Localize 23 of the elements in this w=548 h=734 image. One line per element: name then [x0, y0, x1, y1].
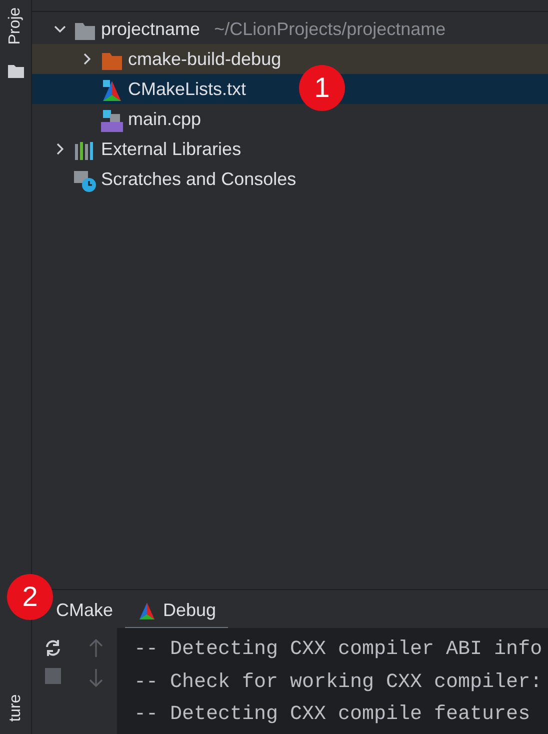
console-line: -- Check for working CXX compiler: — [134, 670, 544, 696]
triangle-logo-icon — [100, 77, 124, 101]
tool-window-tab[interactable]: ture — [4, 694, 28, 722]
chevron-icon[interactable] — [54, 23, 66, 35]
item-label: cmake-build-debug — [128, 48, 282, 71]
item-label: External Libraries — [101, 138, 242, 160]
tree-item[interactable]: External Libraries — [32, 134, 548, 164]
path-hint: ~/CLionProjects/projectname — [214, 18, 446, 41]
cpp-file-icon — [100, 107, 124, 131]
tree-item[interactable]: Scratches and Consoles — [32, 164, 548, 194]
item-label: Scratches and Consoles — [101, 168, 296, 190]
item-label: main.cpp — [128, 108, 202, 131]
triangle-logo-icon — [137, 600, 158, 620]
console-line: -- Detecting CXX compile features — [134, 702, 532, 728]
item-label: projectname — [101, 18, 200, 41]
console-line: -- Detecting CXX compiler ABI info — [134, 637, 544, 663]
tree-item[interactable]: cmake-build-debug — [32, 44, 548, 74]
number-marker: 2 — [7, 574, 53, 620]
tab[interactable]: CMake — [54, 594, 126, 630]
tool-window-tab[interactable]: Proje — [4, 7, 28, 45]
item-label: CMakeLists.txt — [128, 78, 246, 100]
folder-icon[interactable] — [8, 64, 24, 78]
tree-item[interactable]: projectname ~/CLionProjects/projectname — [32, 14, 548, 44]
